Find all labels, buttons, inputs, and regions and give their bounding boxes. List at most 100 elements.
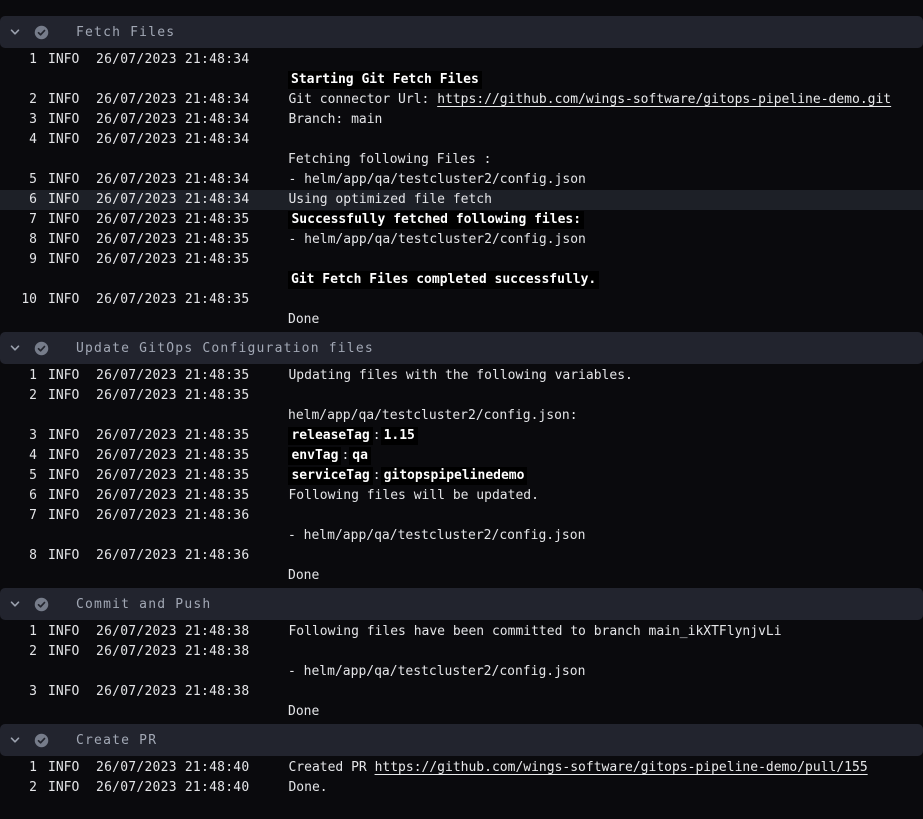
log-text: - helm/app/qa/testcluster2/config.json [288,528,585,543]
log-message: Following files have been committed to b… [288,622,781,642]
log-text: : [373,468,381,483]
log-line: Done [0,702,923,722]
log-link[interactable]: https://github.com/wings-software/gitops… [375,760,868,775]
section-header-update-gitops-configuration-files[interactable]: Update GitOps Configuration files [0,332,923,364]
log-level: INFO [48,230,80,250]
log-message: Git connector Url: https://github.com/wi… [288,90,891,110]
log-level: INFO [48,778,80,798]
log-timestamp: 26/07/2023 21:48:35 [96,386,249,406]
log-timestamp: 26/07/2023 21:48:40 [96,778,249,798]
line-number: 10 [0,290,37,310]
log-timestamp: 26/07/2023 21:48:35 [96,290,249,310]
log-text: Done [288,312,319,327]
log-text: - helm/app/qa/testcluster2/config.json [288,172,585,187]
log-line: 2INFO26/07/2023 21:48:35 [0,386,923,406]
chevron-down-icon[interactable] [8,733,22,747]
log-message: releaseTag:1.15 [288,426,417,446]
section-header-create-pr[interactable]: Create PR [0,724,923,756]
success-check-icon [33,732,49,748]
log-message: Done [288,566,319,586]
log-level: INFO [48,446,80,466]
chevron-down-icon[interactable] [8,25,22,39]
log-level: INFO [48,250,80,270]
chevron-down-icon[interactable] [8,597,22,611]
log-text: Fetching following Files : [288,152,492,167]
success-check-icon [33,24,49,40]
log-message: - helm/app/qa/testcluster2/config.json [288,230,585,250]
line-number: 4 [0,130,37,150]
log-timestamp: 26/07/2023 21:48:35 [96,486,249,506]
log-level: INFO [48,110,80,130]
section-title: Fetch Files [76,25,175,40]
log-text: Following files have been committed to b… [288,624,781,639]
log-level: INFO [48,758,80,778]
log-line: - helm/app/qa/testcluster2/config.json [0,526,923,546]
line-number: 5 [0,466,37,486]
log-level: INFO [48,366,80,386]
log-level: INFO [48,486,80,506]
log-level: INFO [48,466,80,486]
log-timestamp: 26/07/2023 21:48:35 [96,210,249,230]
line-number: 2 [0,642,37,662]
log-line: 1INFO26/07/2023 21:48:35Updating files w… [0,366,923,386]
log-text: Updating files with the following variab… [288,368,632,383]
log-message: Done [288,702,319,722]
log-line: 4INFO26/07/2023 21:48:34 [0,130,923,150]
log-text: Using optimized file fetch [288,192,492,207]
log-line: 3INFO26/07/2023 21:48:35releaseTag:1.15 [0,426,923,446]
line-number: 1 [0,50,37,70]
log-message: envTag:qa [288,446,370,466]
log-level: INFO [48,90,80,110]
log-timestamp: 26/07/2023 21:48:34 [96,130,249,150]
line-number: 9 [0,250,37,270]
log-message: serviceTag:gitopspipelinedemo [288,466,527,486]
log-message: Created PR https://github.com/wings-soft… [288,758,867,778]
log-line: 8INFO26/07/2023 21:48:36 [0,546,923,566]
log-line: 7INFO26/07/2023 21:48:35Successfully fet… [0,210,923,230]
log-message: - helm/app/qa/testcluster2/config.json [288,526,585,546]
log-line: 8INFO26/07/2023 21:48:35- helm/app/qa/te… [0,230,923,250]
log-message: Done. [288,778,327,798]
log-message: Following files will be updated. [288,486,538,506]
log-level: INFO [48,642,80,662]
log-link[interactable]: https://github.com/wings-software/gitops… [437,92,891,107]
line-number: 7 [0,506,37,526]
line-number: 2 [0,90,37,110]
log-level: INFO [48,622,80,642]
log-timestamp: 26/07/2023 21:48:35 [96,466,249,486]
section-header-fetch-files[interactable]: Fetch Files [0,16,923,48]
log-line: 7INFO26/07/2023 21:48:36 [0,506,923,526]
success-check-icon [33,340,49,356]
line-number: 6 [0,190,37,210]
log-line: 1INFO26/07/2023 21:48:38Following files … [0,622,923,642]
section-header-commit-and-push[interactable]: Commit and Push [0,588,923,620]
log-line: 1INFO26/07/2023 21:48:40Created PR https… [0,758,923,778]
log-message: - helm/app/qa/testcluster2/config.json [288,662,585,682]
section-body-fetch-files: 1INFO26/07/2023 21:48:34Starting Git Fet… [0,48,923,332]
log-line: - helm/app/qa/testcluster2/config.json [0,662,923,682]
success-check-icon [33,596,49,612]
log-message: - helm/app/qa/testcluster2/config.json [288,170,585,190]
log-line: 4INFO26/07/2023 21:48:35envTag:qa [0,446,923,466]
log-message: Updating files with the following variab… [288,366,632,386]
log-timestamp: 26/07/2023 21:48:34 [96,90,249,110]
log-timestamp: 26/07/2023 21:48:34 [96,170,249,190]
log-timestamp: 26/07/2023 21:48:38 [96,622,249,642]
log-message: Fetching following Files : [288,150,492,170]
log-line: 5 INFO 26/07/2023 21:48:35 serviceTag:gitop… [0,466,923,486]
log-line: 1INFO26/07/2023 21:48:34 [0,50,923,70]
log-line: 9INFO26/07/2023 21:48:35 [0,250,923,270]
log-line: 6INFO26/07/2023 21:48:34Using optimized … [0,190,923,210]
chevron-down-icon[interactable] [8,341,22,355]
log-line: 2INFO26/07/2023 21:48:40Done. [0,778,923,798]
log-level: INFO [48,50,80,70]
log-text: Successfully fetched following files: [288,211,584,229]
log-text: Git connector Url: [288,92,437,107]
log-line: 2INFO26/07/2023 21:48:38 [0,642,923,662]
log-line: 6INFO26/07/2023 21:48:35Following files … [0,486,923,506]
log-line: 2 INFO 26/07/2023 21:48:34 Git connector Ur… [0,90,923,110]
log-level: INFO [48,426,80,446]
log-message: Git Fetch Files completed successfully. [288,270,599,290]
log-timestamp: 26/07/2023 21:48:35 [96,366,249,386]
log-text: 1.15 [381,427,418,445]
